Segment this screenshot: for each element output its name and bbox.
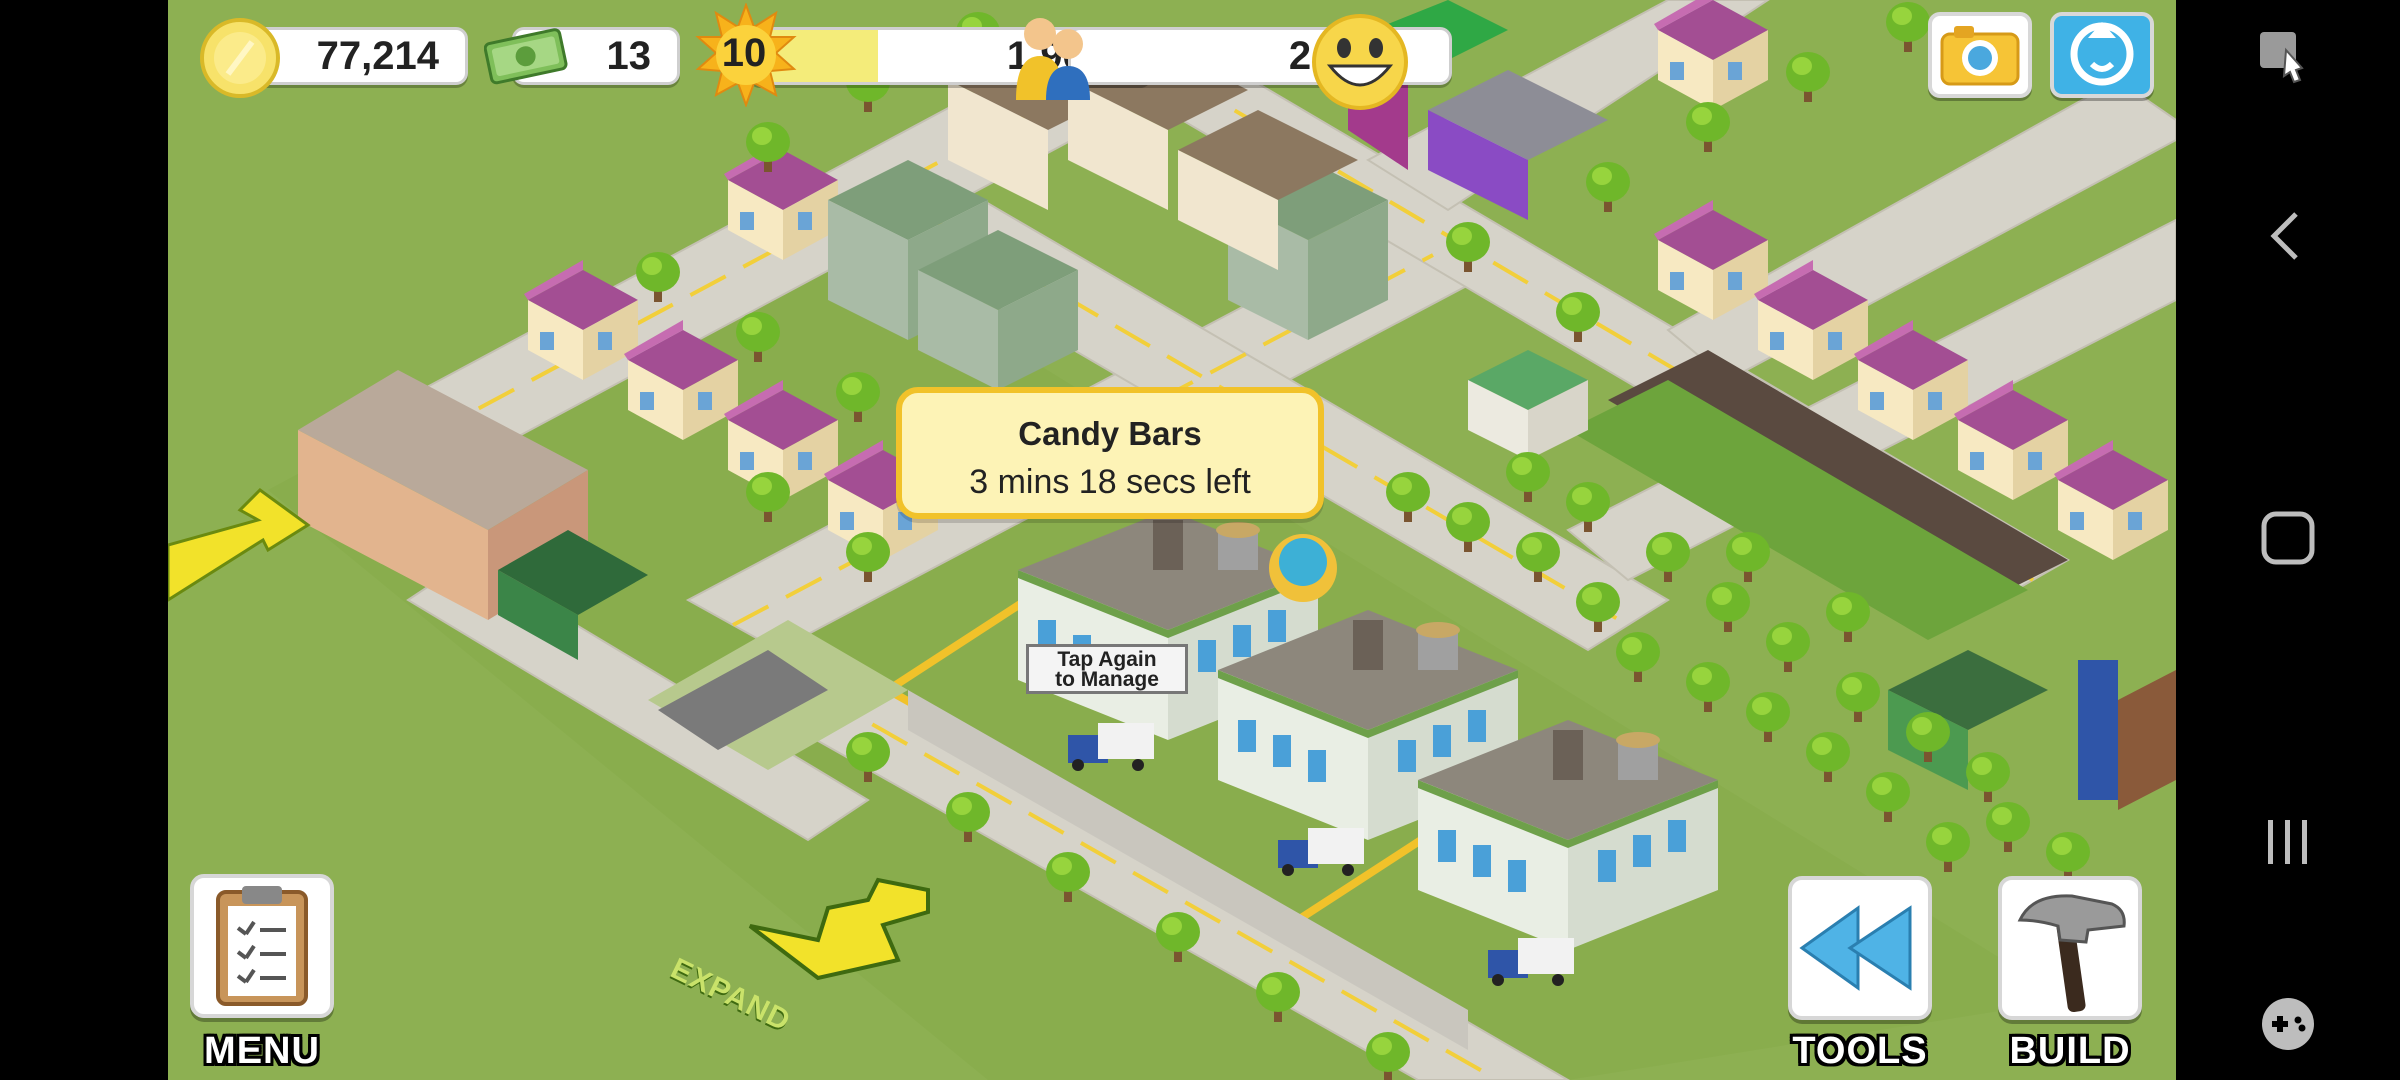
menu-label: MENU	[204, 1030, 320, 1072]
tap-again-line1: Tap Again	[1057, 648, 1157, 671]
tools-button[interactable]	[1788, 876, 1932, 1020]
menu-button[interactable]	[190, 874, 334, 1018]
build-label: BUILD	[2009, 1030, 2131, 1072]
tooltip-title: Candy Bars	[1018, 415, 1202, 452]
rewind-icon	[1799, 905, 1912, 991]
people-icon	[1004, 10, 1104, 105]
tooltip-timer: 3 mins 18 secs left	[969, 463, 1251, 501]
level-value: 10	[721, 31, 767, 75]
clipboard-icon	[216, 886, 308, 1006]
camera-icon	[1940, 26, 2020, 86]
share-button[interactable]	[2050, 12, 2154, 98]
coin-icon	[198, 16, 282, 105]
share-icon	[2070, 22, 2134, 86]
build-button[interactable]	[1998, 876, 2142, 1020]
coins-value: 77,214	[316, 33, 439, 78]
tap-again-line2: to Manage	[1055, 668, 1159, 691]
home-icon[interactable]	[2260, 510, 2316, 571]
camera-button[interactable]	[1928, 12, 2032, 98]
system-nav-bar	[2176, 0, 2400, 1080]
tap-again-sign[interactable]: Tap Again to Manage	[1026, 644, 1188, 694]
back-icon[interactable]	[2266, 208, 2306, 269]
cash-icon	[483, 18, 570, 103]
game-tools-icon[interactable]	[2258, 994, 2318, 1059]
recents-icon[interactable]	[2262, 814, 2314, 875]
cash-value: 13	[606, 33, 652, 78]
game-viewport[interactable]: 77,214 13 1,965 10 2,960 Candy Bars 3 mi…	[168, 0, 2176, 1080]
tools-label: TOOLS	[1792, 1030, 1928, 1072]
smiley-icon[interactable]	[1308, 10, 1412, 119]
production-tooltip[interactable]: Candy Bars 3 mins 18 secs left	[896, 387, 1324, 519]
hammer-icon	[2017, 894, 2126, 1013]
screen-pin-icon[interactable]	[2256, 28, 2316, 93]
